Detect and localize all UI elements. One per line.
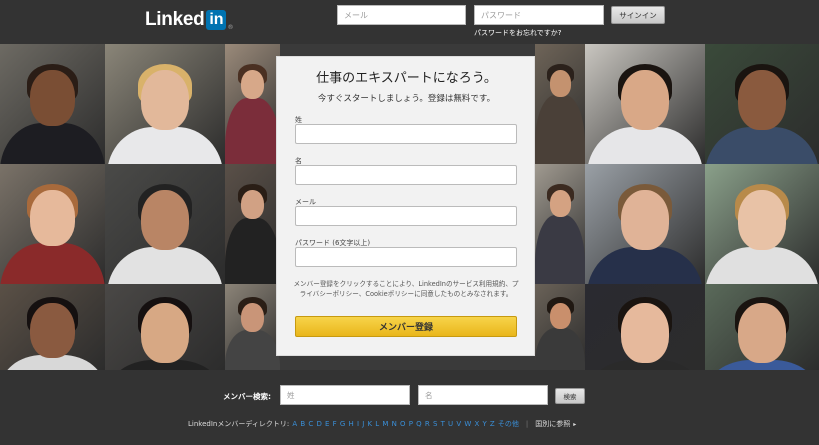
password-field[interactable] [295, 247, 517, 267]
directory-letters: A B C D E F G H I J K L M N O P Q R S T U V W X Y Z その他 [289, 419, 519, 429]
member-photo [535, 284, 585, 370]
arrow-right-icon: ▸ [573, 420, 577, 428]
directory-letter-link[interactable]: J [362, 420, 364, 428]
terms-text: メンバー登録をクリックすることにより、LinkedInのサービス利用規約、プライ… [293, 280, 519, 298]
directory-letter-link[interactable]: V [456, 420, 461, 428]
directory-letter-link[interactable]: U [448, 420, 453, 428]
search-first-name-input[interactable] [418, 385, 548, 405]
member-photo [0, 44, 105, 164]
logo-registered-mark: ® [227, 24, 234, 31]
directory-letter-link[interactable]: その他 [498, 420, 519, 428]
directory-letter-link[interactable]: Q [416, 420, 422, 428]
member-photo [585, 44, 705, 164]
member-photo [105, 44, 225, 164]
directory-divider: | [525, 420, 529, 428]
linkedin-logo[interactable]: Linked in ® [145, 9, 233, 31]
member-directory: LinkedInメンバーディレクトリ: ABCDEFGHIJKLMNOPQRST… [188, 419, 576, 429]
footer-bar: メンバー検索: 検索 LinkedInメンバーディレクトリ: ABCDEFGHI… [0, 370, 819, 445]
signup-title: 仕事のエキスパートになろう。 [316, 71, 497, 86]
directory-letter-link[interactable]: K [368, 420, 373, 428]
directory-letter-link[interactable]: X [474, 420, 479, 428]
member-photo [585, 284, 705, 370]
member-search-label: メンバー検索: [223, 392, 271, 401]
member-photo [0, 164, 105, 284]
member-photo [225, 284, 280, 370]
directory-letter-link[interactable]: R [425, 420, 430, 428]
forgot-password-link[interactable]: パスワードをお忘れですか? [474, 28, 562, 38]
member-photo [705, 164, 819, 284]
email-field[interactable] [295, 206, 517, 226]
directory-letter-link[interactable]: L [375, 420, 379, 428]
directory-letter-link[interactable]: D [316, 420, 321, 428]
member-photo [225, 164, 280, 284]
header-email-input[interactable] [337, 5, 466, 25]
logo-in-badge: in [206, 10, 227, 30]
member-photo [0, 284, 105, 370]
member-photo [535, 44, 585, 164]
directory-letter-link[interactable]: Z [490, 420, 495, 428]
member-photo [705, 284, 819, 370]
directory-letter-link[interactable]: P [409, 420, 413, 428]
logo-wordmark: Linked [145, 9, 205, 30]
directory-letter-link[interactable]: O [400, 420, 406, 428]
join-button[interactable]: メンバー登録 [295, 316, 517, 337]
directory-letter-link[interactable]: B [300, 420, 305, 428]
member-photo [105, 284, 225, 370]
search-last-name-input[interactable] [280, 385, 410, 405]
directory-letter-link[interactable]: E [325, 420, 329, 428]
member-photo [225, 44, 280, 164]
member-photo [585, 164, 705, 284]
member-search-button[interactable]: 検索 [555, 388, 585, 404]
directory-letter-link[interactable]: G [340, 420, 345, 428]
directory-letter-link[interactable]: W [464, 420, 471, 428]
signin-button[interactable]: サインイン [611, 6, 665, 24]
top-header: Linked in ® サインイン パスワードをお忘れですか? [0, 0, 819, 44]
signup-subtitle: 今すぐスタートしましょう。登録は無料です。 [317, 94, 496, 104]
header-password-input[interactable] [474, 5, 604, 25]
member-photo [535, 164, 585, 284]
directory-letter-link[interactable]: C [308, 420, 313, 428]
directory-letter-link[interactable]: S [433, 420, 437, 428]
directory-letter-link[interactable]: Y [482, 420, 486, 428]
directory-letter-link[interactable]: F [333, 420, 337, 428]
directory-letter-link[interactable]: H [349, 420, 354, 428]
last-name-field[interactable] [295, 124, 517, 144]
first-name-field[interactable] [295, 165, 517, 185]
member-photo [705, 44, 819, 164]
directory-label: LinkedInメンバーディレクトリ: [188, 420, 290, 428]
directory-letter-link[interactable]: I [357, 420, 359, 428]
browse-by-country-link[interactable]: 国別に参照 [535, 419, 570, 429]
directory-letter-link[interactable]: A [292, 420, 297, 428]
member-photo [105, 164, 225, 284]
directory-letter-link[interactable]: T [441, 420, 445, 428]
directory-letter-link[interactable]: M [382, 420, 388, 428]
signup-card: 仕事のエキスパートになろう。 今すぐスタートしましょう。登録は無料です。 姓 名… [276, 56, 535, 356]
directory-letter-link[interactable]: N [392, 420, 397, 428]
